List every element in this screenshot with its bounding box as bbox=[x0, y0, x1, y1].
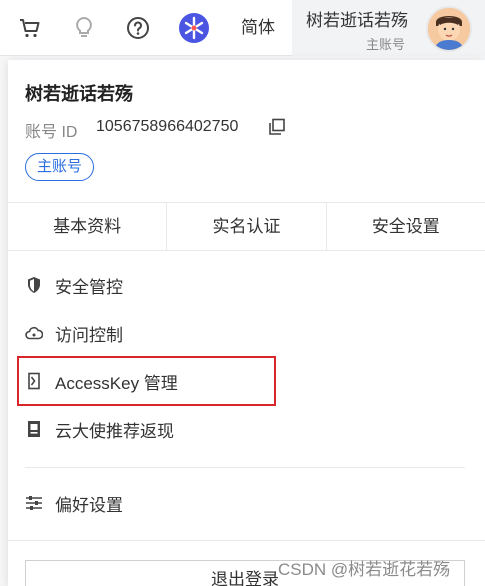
menu-item-preferences[interactable]: 偏好设置 bbox=[25, 488, 123, 518]
language-switch[interactable]: 简体 bbox=[232, 14, 284, 42]
copy-icon[interactable] bbox=[268, 118, 286, 136]
menu-item-label: 云大使推荐返现 bbox=[55, 421, 174, 441]
menu-divider bbox=[25, 467, 465, 468]
menu-item-access-control[interactable]: 访问控制 bbox=[25, 318, 123, 348]
menu-item-label: 偏好设置 bbox=[55, 495, 123, 515]
profile-tabs: 基本资料 实名认证 安全设置 bbox=[8, 202, 485, 251]
sliders-icon bbox=[25, 494, 43, 512]
panel-user-name: 树若逝话若殇 bbox=[25, 84, 133, 104]
header-user-role: 主账号 bbox=[366, 37, 406, 52]
avatar[interactable] bbox=[426, 6, 472, 52]
menu-item-label: 访问控制 bbox=[55, 325, 123, 345]
help-icon[interactable] bbox=[118, 8, 158, 48]
account-type-badge: 主账号 bbox=[25, 153, 95, 181]
menu-item-label: 安全管控 bbox=[55, 277, 123, 297]
shield-icon bbox=[25, 276, 43, 294]
cart-icon[interactable] bbox=[10, 8, 50, 48]
account-id-label: 账号 ID bbox=[25, 124, 78, 141]
user-dropdown-panel: 树若逝话若殇 账号 ID 1056758966402750 主账号 基本资料 实… bbox=[8, 60, 485, 586]
header-user-name: 树若逝话若殇 bbox=[306, 11, 408, 30]
footer-divider bbox=[8, 540, 485, 541]
menu-item-referral[interactable]: 云大使推荐返现 bbox=[25, 414, 174, 444]
user-menu-trigger[interactable]: 树若逝话若殇 主账号 bbox=[292, 0, 485, 56]
document-icon bbox=[25, 420, 43, 438]
tab-security-settings[interactable]: 安全设置 bbox=[327, 203, 485, 250]
watermark: CSDN @树若逝花若殇 bbox=[278, 560, 451, 579]
menu-item-label: AccessKey 管理 bbox=[55, 373, 178, 393]
account-id-value: 1056758966402750 bbox=[96, 118, 239, 135]
key-icon bbox=[25, 372, 43, 390]
background-page bbox=[0, 56, 8, 586]
tab-real-name-auth[interactable]: 实名认证 bbox=[167, 203, 327, 250]
lightbulb-icon[interactable] bbox=[64, 8, 104, 48]
top-navigation-bar: 简体 树若逝话若殇 主账号 bbox=[0, 0, 485, 56]
cloud-icon bbox=[25, 324, 43, 342]
menu-item-accesskey[interactable]: AccessKey 管理 bbox=[25, 366, 178, 396]
tab-basic-info[interactable]: 基本资料 bbox=[8, 203, 168, 250]
menu-item-security-control[interactable]: 安全管控 bbox=[25, 270, 123, 300]
app-logo-icon[interactable] bbox=[174, 8, 214, 48]
